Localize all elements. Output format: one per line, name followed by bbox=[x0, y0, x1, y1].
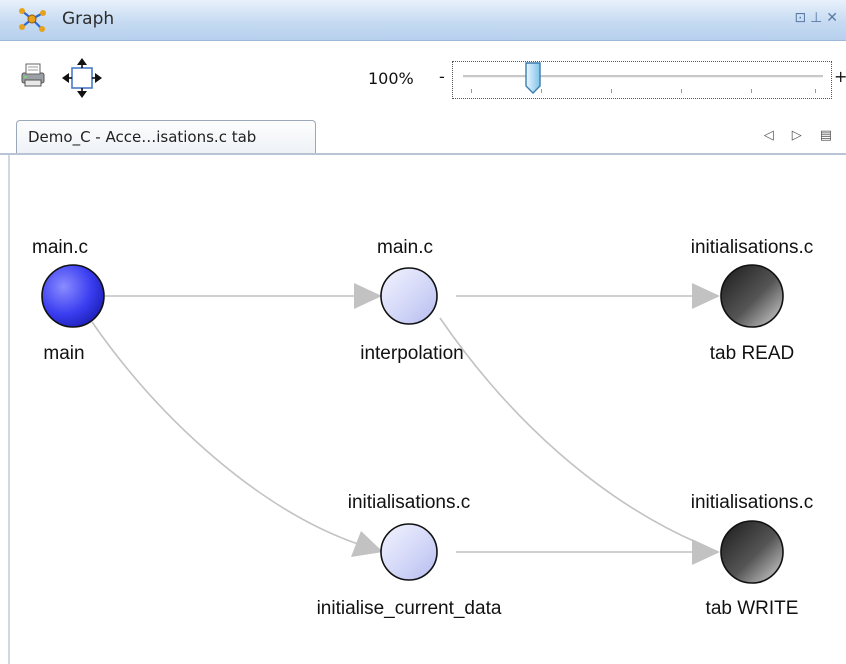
node-file-label: main.c bbox=[377, 237, 433, 258]
node-name-label: tab WRITE bbox=[706, 598, 799, 619]
node-file-label: initialisations.c bbox=[691, 237, 814, 258]
node-circle[interactable] bbox=[720, 520, 784, 584]
graph-window: Graph ⊡⊥✕ 100% - + Demo_C - Acce…isation… bbox=[0, 0, 846, 664]
node-circle[interactable] bbox=[41, 264, 105, 328]
edge-main-initialise[interactable] bbox=[91, 321, 359, 545]
node-name-label: tab READ bbox=[710, 343, 794, 364]
graph-node-interpolation[interactable]: main.c interpolation bbox=[360, 237, 464, 364]
graph-node-initialise-current-data[interactable]: initialisations.c initialise_current_dat… bbox=[317, 492, 502, 619]
node-file-label: initialisations.c bbox=[348, 492, 471, 513]
node-name-label: interpolation bbox=[360, 343, 464, 364]
node-name-label: initialise_current_data bbox=[317, 598, 502, 619]
node-file-label: initialisations.c bbox=[691, 492, 814, 513]
graph-edges bbox=[91, 283, 720, 565]
graph-node-main[interactable]: main.c main bbox=[32, 237, 105, 364]
edge-arrowhead bbox=[692, 283, 720, 309]
node-circle[interactable] bbox=[380, 523, 438, 581]
node-file-label: main.c bbox=[32, 237, 88, 258]
call-graph: main.c main main.c interpolation initial… bbox=[32, 237, 814, 619]
edge-arrowhead bbox=[354, 283, 382, 309]
node-name-label: main bbox=[43, 343, 84, 364]
node-circle[interactable] bbox=[720, 264, 784, 328]
node-circle[interactable] bbox=[380, 267, 438, 325]
edge-interpolation-tab-write[interactable] bbox=[439, 317, 699, 544]
